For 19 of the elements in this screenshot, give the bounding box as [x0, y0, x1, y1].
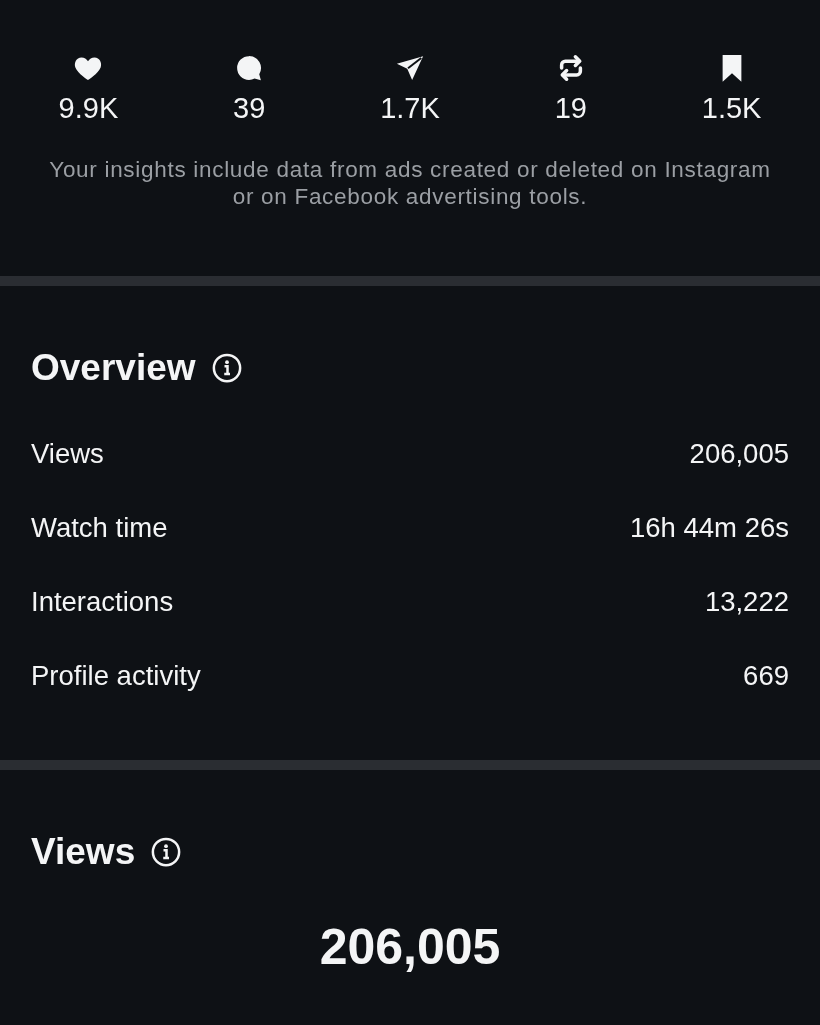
stat-count: 9.9K	[58, 91, 119, 125]
metric-label: Profile activity	[31, 660, 201, 692]
ads-disclaimer-text: Your insights include data from ads created or deleted on Instagram or on Facebook advertising tools.	[48, 156, 772, 210]
metric-label: Views	[31, 438, 104, 470]
section-title: Views	[31, 830, 136, 874]
info-icon[interactable]	[211, 353, 242, 383]
metric-value: 669	[743, 660, 789, 692]
info-icon[interactable]	[151, 837, 182, 867]
stat-count: 1.5K	[701, 91, 762, 125]
metric-value: 16h 44m 26s	[630, 512, 789, 544]
section-title: Overview	[31, 346, 196, 390]
metric-value: 206,005	[689, 438, 789, 470]
views-total: 206,005	[319, 918, 501, 977]
stat-count: 1.7K	[380, 91, 440, 125]
stat-count: 19	[554, 91, 587, 125]
metric-label: Interactions	[31, 586, 174, 618]
metric-value: 13,222	[704, 586, 789, 618]
metric-label: Watch time	[31, 512, 168, 544]
stat-count: 39	[233, 91, 266, 125]
